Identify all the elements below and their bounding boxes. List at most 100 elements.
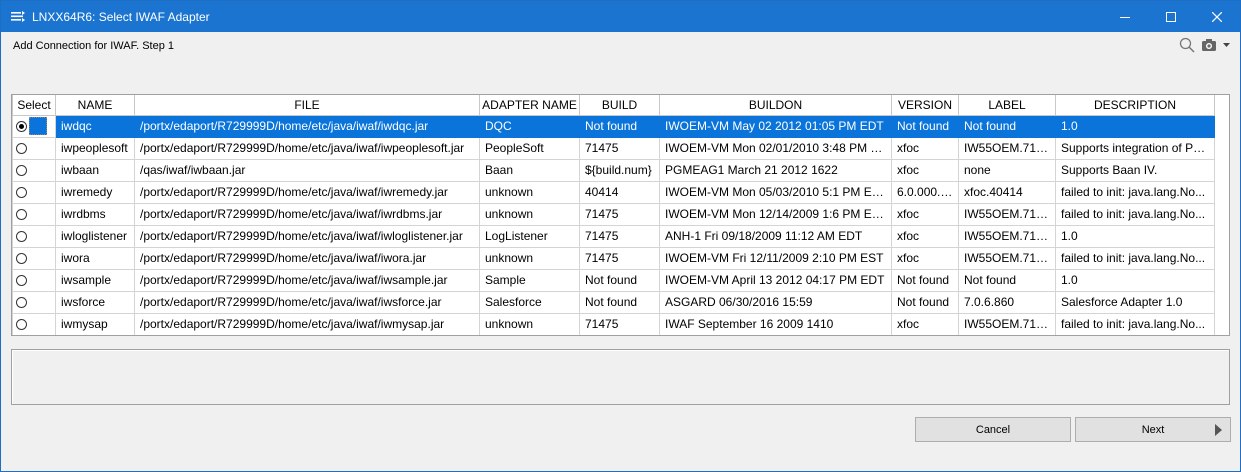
table-header: Select NAME FILE ADAPTER NAME BUILD BUIL… bbox=[12, 95, 1215, 116]
cell-adapter-name: DQC bbox=[479, 114, 580, 138]
column-header-build[interactable]: BUILD bbox=[579, 95, 660, 116]
cell-adapter-name: Baan bbox=[479, 158, 580, 182]
column-header-name[interactable]: NAME bbox=[55, 95, 135, 116]
column-header-file[interactable]: FILE bbox=[134, 95, 480, 116]
column-header-buildon[interactable]: BUILDON bbox=[659, 95, 892, 116]
close-button[interactable] bbox=[1194, 1, 1240, 32]
dropdown-arrow-icon[interactable] bbox=[1223, 42, 1230, 48]
cell-version: xfoc bbox=[891, 312, 959, 335]
cell-description: failed to init: java.lang.No... bbox=[1055, 246, 1215, 270]
table-row[interactable]: iwloglistener/portx/edaport/R729999D/hom… bbox=[12, 224, 1215, 248]
select-cell[interactable] bbox=[12, 136, 56, 160]
search-icon[interactable] bbox=[1179, 37, 1195, 53]
table-row[interactable]: iwbaan/qas/iwaf/iwbaan.jar Baan ${build.nu… bbox=[12, 158, 1215, 182]
cell-adapter-name: LogListener bbox=[479, 224, 580, 248]
table-row[interactable]: iwrdbms/portx/edaport/R729999D/home/etc/… bbox=[12, 202, 1215, 226]
select-cell[interactable] bbox=[12, 180, 56, 204]
cell-version: Not found bbox=[891, 114, 959, 138]
select-radio[interactable] bbox=[16, 187, 27, 199]
table-row[interactable]: iwdqc/portx/edaport/R729999D/home/etc/ja… bbox=[12, 114, 1215, 138]
column-header-version[interactable]: VERSION bbox=[891, 95, 959, 116]
column-header-label[interactable]: LABEL bbox=[958, 95, 1056, 116]
cell-adapter-name: Sample bbox=[479, 268, 580, 292]
cell-adapter-name: unknown bbox=[479, 312, 580, 335]
column-header-select[interactable]: Select bbox=[12, 95, 56, 116]
next-arrow-icon bbox=[1215, 424, 1222, 436]
cell-name: iwsample bbox=[55, 268, 135, 292]
cell-build: Not found bbox=[579, 268, 660, 292]
step-subtitle: Add Connection for IWAF. Step 1 bbox=[13, 40, 175, 52]
select-cell[interactable] bbox=[12, 114, 56, 138]
select-cell[interactable] bbox=[12, 246, 56, 270]
column-header-description[interactable]: DESCRIPTION bbox=[1055, 95, 1215, 116]
table-row[interactable]: iwmysap/portx/edaport/R729999D/home/etc/… bbox=[12, 312, 1215, 335]
select-cell[interactable] bbox=[12, 312, 56, 335]
cell-version: xfoc bbox=[891, 202, 959, 226]
select-radio[interactable] bbox=[16, 209, 27, 221]
select-cell[interactable] bbox=[12, 158, 56, 182]
select-radio[interactable] bbox=[16, 120, 27, 132]
select-radio[interactable] bbox=[16, 165, 27, 177]
cell-description: 1.0 bbox=[1055, 114, 1215, 138]
cell-build: 71475 bbox=[579, 136, 660, 160]
table-row[interactable]: iwpeoplesoft/portx/edaport/R729999D/home… bbox=[12, 136, 1215, 160]
minimize-button[interactable] bbox=[1102, 1, 1148, 32]
select-radio[interactable] bbox=[16, 143, 27, 155]
cell-version: xfoc bbox=[891, 158, 959, 182]
table-row[interactable]: iwsforce/portx/edaport/R729999D/home/etc… bbox=[12, 290, 1215, 314]
cell-build: 71475 bbox=[579, 224, 660, 248]
select-cell[interactable] bbox=[12, 224, 56, 248]
window-title: LNXX64R6: Select IWAF Adapter bbox=[32, 9, 210, 24]
cell-buildon: IWAF September 16 2009 1410 bbox=[659, 312, 892, 335]
select-radio[interactable] bbox=[16, 253, 27, 265]
cell-version: xfoc bbox=[891, 224, 959, 248]
cell-label: Not found bbox=[958, 114, 1056, 138]
cell-adapter-name: unknown bbox=[479, 180, 580, 204]
cell-file: /portx/edaport/R729999D/home/etc/java/iw… bbox=[134, 202, 480, 226]
table-row[interactable]: iwremedy/portx/edaport/R729999D/home/etc… bbox=[12, 180, 1215, 204]
close-icon bbox=[1212, 11, 1222, 22]
select-cell[interactable] bbox=[12, 290, 56, 314]
select-cell[interactable] bbox=[12, 202, 56, 226]
cell-name: iwora bbox=[55, 246, 135, 270]
cell-build: Not found bbox=[579, 290, 660, 314]
cell-build: 71475 bbox=[579, 246, 660, 270]
cell-description: 1.0 bbox=[1055, 268, 1215, 292]
next-button[interactable]: Next bbox=[1075, 417, 1231, 442]
cell-name: iwsforce bbox=[55, 290, 135, 314]
cell-description: 1.0 bbox=[1055, 224, 1215, 248]
cell-file: /portx/edaport/R729999D/home/etc/java/iw… bbox=[134, 246, 480, 270]
next-button-label: Next bbox=[1141, 423, 1165, 436]
select-radio[interactable] bbox=[16, 231, 27, 243]
select-radio[interactable] bbox=[16, 319, 27, 331]
camera-icon[interactable] bbox=[1201, 38, 1217, 52]
cell-file: /portx/edaport/R729999D/home/etc/java/iw… bbox=[134, 136, 480, 160]
cell-buildon: PGMEAG1 March 21 2012 1622 bbox=[659, 158, 892, 182]
cell-label: IW55OEM.71475 bbox=[958, 224, 1056, 248]
cell-buildon: ASGARD 06/30/2016 15:59 bbox=[659, 290, 892, 314]
cell-name: iwpeoplesoft bbox=[55, 136, 135, 160]
cell-file: /portx/edaport/R729999D/home/etc/java/iw… bbox=[134, 268, 480, 292]
cell-buildon: IWOEM-VM Mon 02/01/2010 3:48 PM EST bbox=[659, 136, 892, 160]
select-cell[interactable] bbox=[12, 268, 56, 292]
maximize-button[interactable] bbox=[1148, 1, 1194, 32]
table-row[interactable]: iwora/portx/edaport/R729999D/home/etc/ja… bbox=[12, 246, 1215, 270]
cell-buildon: IWOEM-VM May 02 2012 01:05 PM EDT bbox=[659, 114, 892, 138]
message-panel bbox=[11, 349, 1230, 405]
cell-label: IW55OEM.71475 bbox=[958, 202, 1056, 226]
column-header-adapter-name[interactable]: ADAPTER NAME bbox=[479, 95, 580, 116]
title-bar[interactable]: LNXX64R6: Select IWAF Adapter bbox=[1, 1, 1240, 32]
cell-description: failed to init: java.lang.No... bbox=[1055, 202, 1215, 226]
cell-buildon: IWOEM-VM Mon 05/03/2010 5:1 PM EDT bbox=[659, 180, 892, 204]
cell-file: /portx/edaport/R729999D/home/etc/java/iw… bbox=[134, 180, 480, 204]
cell-description: Salesforce Adapter 1.0 bbox=[1055, 290, 1215, 314]
cancel-button[interactable]: Cancel bbox=[915, 417, 1071, 442]
cell-file: /portx/edaport/R729999D/home/etc/java/iw… bbox=[134, 114, 480, 138]
table-row[interactable]: iwsample/portx/edaport/R729999D/home/etc… bbox=[12, 268, 1215, 292]
select-radio[interactable] bbox=[16, 275, 27, 287]
cell-buildon: IWOEM-VM Mon 12/14/2009 1:6 PM EST bbox=[659, 202, 892, 226]
cell-version: 6.0.000.SM bbox=[891, 180, 959, 204]
cell-version: xfoc bbox=[891, 246, 959, 270]
cell-description: Supports Baan IV. bbox=[1055, 158, 1215, 182]
select-radio[interactable] bbox=[16, 297, 27, 309]
